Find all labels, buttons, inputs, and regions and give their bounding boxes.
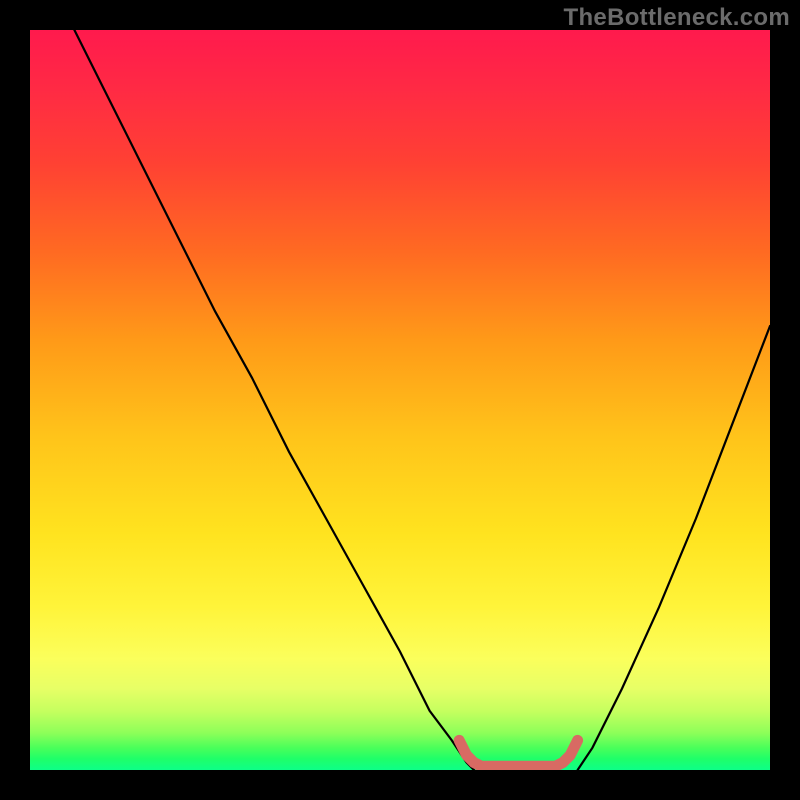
left-branch-line xyxy=(74,30,474,770)
trough-line xyxy=(459,740,577,766)
right-branch-line xyxy=(578,326,770,770)
curve-svg xyxy=(30,30,770,770)
watermark-text: TheBottleneck.com xyxy=(564,4,790,32)
plot-area xyxy=(30,30,770,770)
chart-frame: TheBottleneck.com xyxy=(0,0,800,800)
